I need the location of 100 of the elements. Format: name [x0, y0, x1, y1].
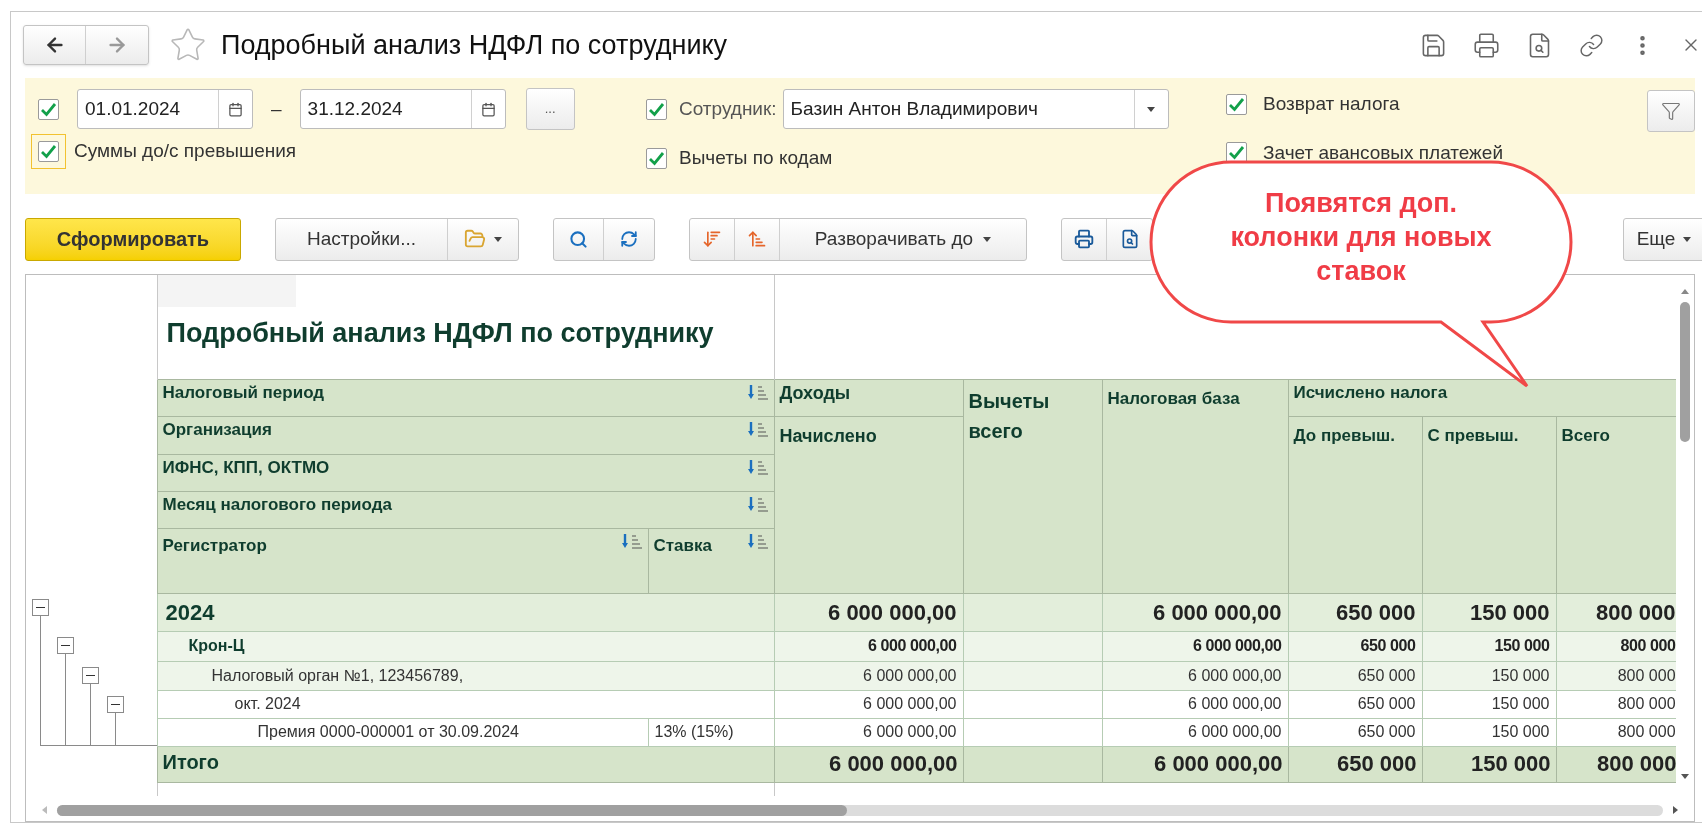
column-header[interactable]: Налоговый период	[157, 379, 774, 416]
checkbox[interactable]	[646, 98, 667, 120]
check-icon	[1228, 145, 1245, 161]
report-title: Подробный анализ НДФЛ по сотруднику	[166, 317, 715, 350]
scroll-down-icon[interactable]	[1681, 774, 1689, 779]
table-cell: 800 000	[1556, 690, 1676, 718]
table-cell: 6 000 000,00	[1102, 690, 1288, 718]
table-cell: 650 000	[1288, 690, 1422, 718]
column-header[interactable]: Регистратор	[157, 528, 648, 593]
table-cell: 650 000	[1288, 718, 1422, 746]
check-icon	[40, 101, 57, 117]
table-cell: 6 000 000,00	[774, 718, 963, 746]
table-cell: 6 000 000,00	[1102, 661, 1288, 690]
table-cell: Крон-Ц	[157, 631, 774, 661]
sort-up-icon	[747, 229, 767, 249]
checkbox-label: Суммы до/с превышения	[74, 139, 297, 164]
caret-icon	[494, 236, 502, 242]
collapse-button[interactable]	[82, 667, 99, 684]
scroll-thumb[interactable]	[1680, 302, 1690, 442]
table-cell: окт. 2024	[157, 690, 774, 718]
date-field[interactable]: 01.01.2024	[77, 89, 253, 129]
table-cell: 800 000	[1556, 593, 1676, 631]
checkbox[interactable]	[38, 141, 59, 162]
checkbox[interactable]	[38, 98, 59, 120]
sort-down-icon	[702, 229, 722, 249]
link-icon[interactable]	[1579, 32, 1604, 58]
caret-icon	[983, 236, 992, 242]
sort-icon[interactable]	[746, 496, 769, 513]
column-header: Всего	[1556, 416, 1676, 593]
checkbox-label: Зачет авансовых платежей	[1263, 140, 1503, 165]
table-cell: 150 000	[1422, 746, 1556, 782]
caret-icon	[1683, 236, 1692, 242]
filter-icon	[1661, 101, 1681, 121]
field-label: Сотрудник:	[679, 96, 777, 121]
checkbox[interactable]	[1226, 142, 1247, 164]
scroll-right-icon[interactable]	[1673, 806, 1678, 814]
generate-button[interactable]: Сформировать	[25, 217, 241, 261]
column-header[interactable]: Ставка	[648, 528, 774, 593]
table-cell: 650 000	[1288, 593, 1422, 631]
collapse-button[interactable]	[57, 637, 74, 654]
sort-icon[interactable]	[620, 532, 643, 549]
print-icon	[1074, 229, 1094, 249]
sort-icon[interactable]	[746, 384, 769, 401]
column-header[interactable]: Организация	[157, 416, 774, 454]
checkbox-label: Вычеты по кодам	[679, 146, 833, 170]
collapse-button[interactable]	[32, 599, 49, 616]
column-header: С превыш.	[1422, 416, 1556, 593]
table-cell: 6 000 000,00	[1102, 631, 1288, 661]
checkbox[interactable]	[1226, 93, 1247, 115]
table-cell: 13% (15%)	[648, 718, 774, 746]
print-icon[interactable]	[1473, 31, 1500, 59]
scroll-thumb[interactable]	[57, 804, 847, 816]
table-cell: 150 000	[1422, 593, 1556, 631]
table-cell: 6 000 000,00	[774, 631, 963, 661]
table-cell: 150 000	[1422, 718, 1556, 746]
column-header: До превыш.	[1288, 416, 1422, 593]
sort-icon[interactable]	[746, 421, 769, 438]
refresh-icon	[620, 230, 638, 248]
window-title: Подробный анализ НДФЛ по сотруднику	[221, 28, 728, 62]
column-header: Доходы	[774, 379, 963, 416]
table-cell: Налоговый орган №1, 123456789,	[157, 661, 774, 690]
check-icon	[40, 144, 57, 159]
table-cell: 650 000	[1288, 661, 1422, 690]
table-cell: 800 000	[1556, 718, 1676, 746]
employee-combobox[interactable]: Базин Антон Владимирович	[782, 89, 1169, 129]
check-icon	[648, 150, 665, 166]
column-header: Исчислено налога	[1288, 379, 1676, 416]
calendar-icon[interactable]	[228, 101, 243, 117]
caret-icon	[1147, 106, 1156, 112]
checkbox[interactable]	[646, 147, 667, 169]
table-cell: 800 000	[1556, 746, 1676, 782]
collapse-button[interactable]	[107, 696, 124, 713]
sort-icon[interactable]	[746, 459, 769, 476]
table-cell: 800 000	[1556, 631, 1676, 661]
date-separator: –	[271, 96, 282, 121]
scroll-up-icon[interactable]	[1681, 289, 1689, 294]
table-cell: 150 000	[1422, 661, 1556, 690]
more-button[interactable]: Еще	[1623, 217, 1702, 261]
sort-icon[interactable]	[746, 532, 769, 549]
table-cell: 6 000 000,00	[774, 593, 963, 631]
column-header[interactable]: ИФНС, КПП, ОКТМО	[157, 454, 774, 491]
period-button[interactable]: ...	[525, 88, 575, 130]
table-cell: 2024	[157, 593, 774, 631]
table-cell: 6 000 000,00	[1102, 593, 1288, 631]
date-field[interactable]: 31.12.2024	[299, 89, 506, 129]
check-icon	[648, 101, 665, 117]
table-cell: Премия 0000-000001 от 30.09.2024	[157, 718, 648, 746]
table-cell: 6 000 000,00	[1102, 746, 1288, 782]
folder-icon	[464, 228, 486, 250]
table-cell: 650 000	[1288, 746, 1422, 782]
table-cell: Итого	[157, 746, 774, 782]
calendar-icon[interactable]	[480, 101, 496, 117]
filter-button[interactable]	[1647, 90, 1695, 132]
column-header: Налоговая база	[1102, 379, 1288, 593]
table-cell: 800 000	[1556, 661, 1676, 690]
check-icon	[1228, 96, 1245, 112]
callout-text: Появятся доп. колонки для новых ставок	[1229, 187, 1493, 288]
table-cell: 650 000	[1288, 631, 1422, 661]
column-header[interactable]: Месяц налогового периода	[157, 491, 774, 528]
table-cell: 6 000 000,00	[774, 690, 963, 718]
